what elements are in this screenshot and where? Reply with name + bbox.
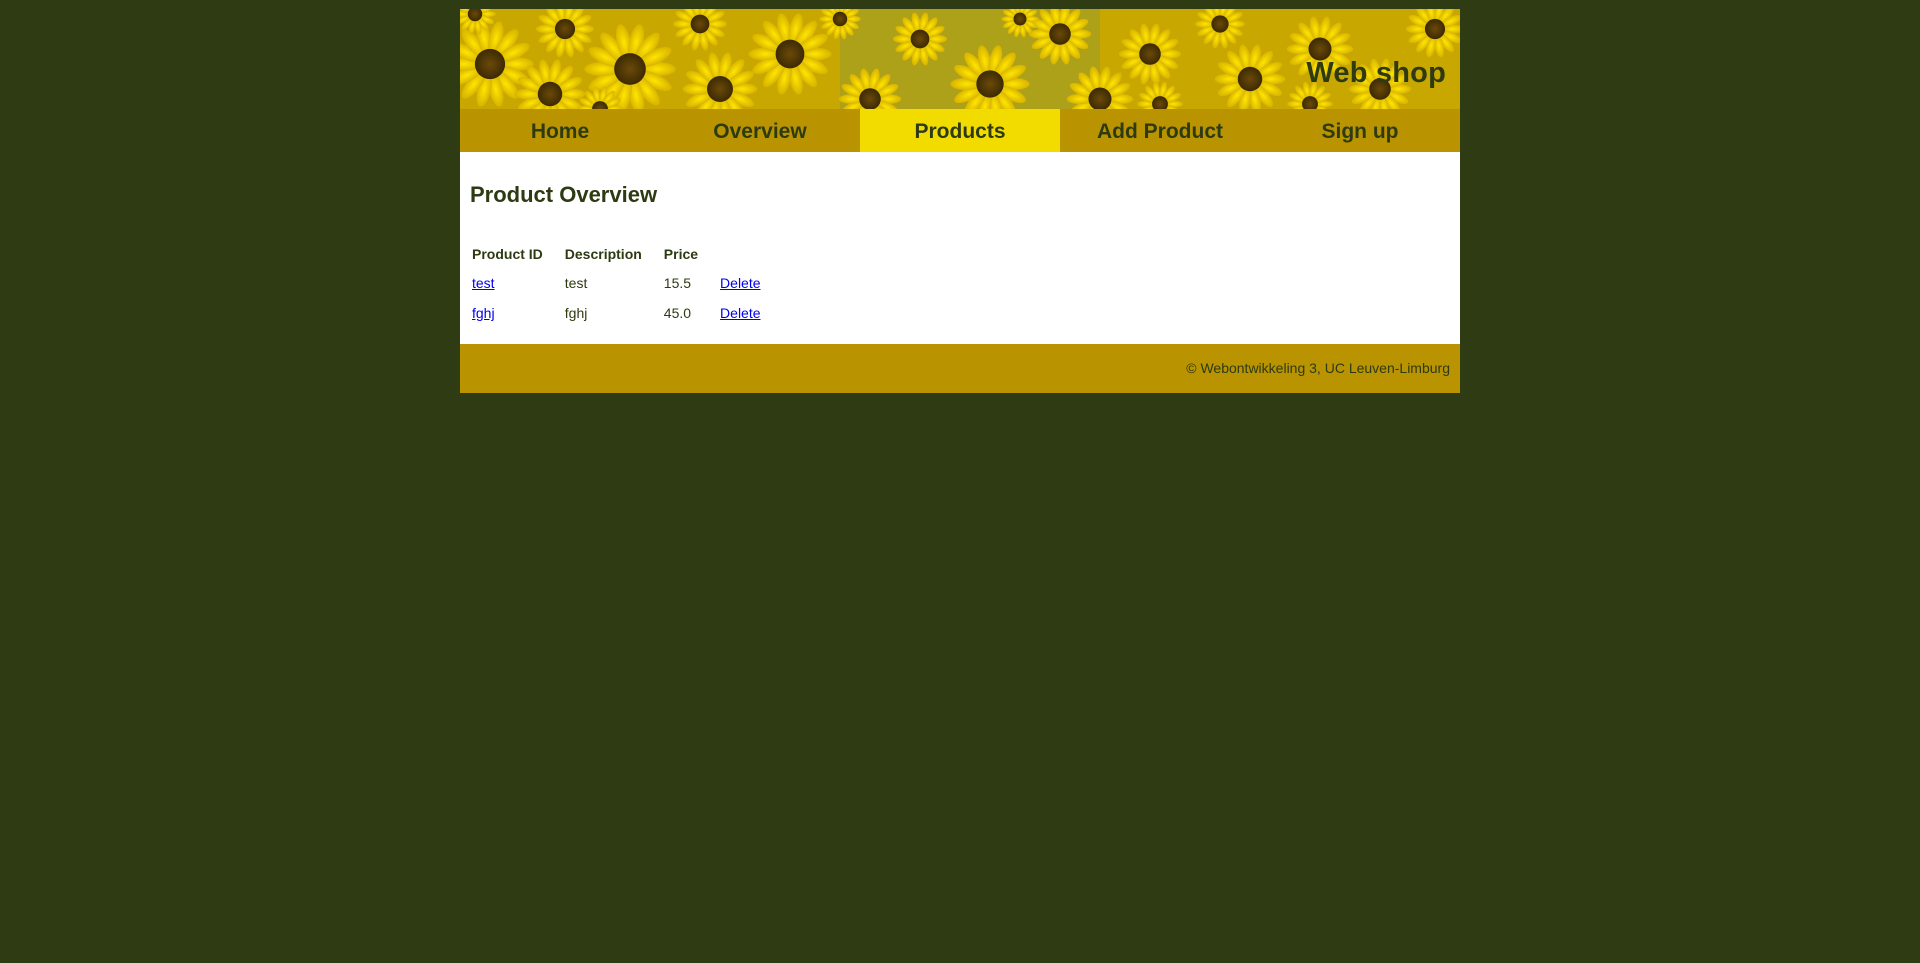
product-price: 45.0: [663, 305, 692, 321]
page-container: Web shop Home Overview Products Add Prod…: [460, 9, 1460, 393]
nav-overview[interactable]: Overview: [660, 109, 860, 152]
product-description: test: [564, 275, 588, 291]
product-description: fghj: [564, 305, 588, 321]
page-title: Product Overview: [470, 182, 658, 207]
product-id-link[interactable]: test: [472, 275, 495, 291]
copyright-text: © Webontwikkeling 3, UC Leuven-Limburg: [1186, 360, 1450, 376]
header-banner: Web shop: [460, 9, 1460, 109]
nav-products[interactable]: Products: [860, 109, 1060, 152]
table-header-row: Product ID Description Price: [470, 240, 781, 268]
site-title: Web shop: [1306, 57, 1446, 89]
product-id-link[interactable]: fghj: [472, 305, 495, 321]
product-table: Product ID Description Price test test 1…: [470, 240, 781, 328]
nav-sign-up[interactable]: Sign up: [1260, 109, 1460, 152]
column-header-price: Price: [663, 246, 699, 262]
table-row: test test 15.5 Delete: [470, 268, 781, 298]
nav-home[interactable]: Home: [460, 109, 660, 152]
column-header-action: [718, 240, 780, 268]
column-header-description: Description: [564, 246, 642, 262]
table-row: fghj fghj 45.0 Delete: [470, 298, 781, 328]
column-header-product-id: Product ID: [472, 246, 543, 262]
product-price: 15.5: [663, 275, 692, 291]
nav-add-product[interactable]: Add Product: [1060, 109, 1260, 152]
delete-link[interactable]: Delete: [720, 305, 760, 321]
delete-link[interactable]: Delete: [720, 275, 760, 291]
main-content: Product Overview Product ID Description …: [460, 152, 1460, 344]
footer: © Webontwikkeling 3, UC Leuven-Limburg: [460, 344, 1460, 393]
main-nav: Home Overview Products Add Product Sign …: [460, 109, 1460, 152]
